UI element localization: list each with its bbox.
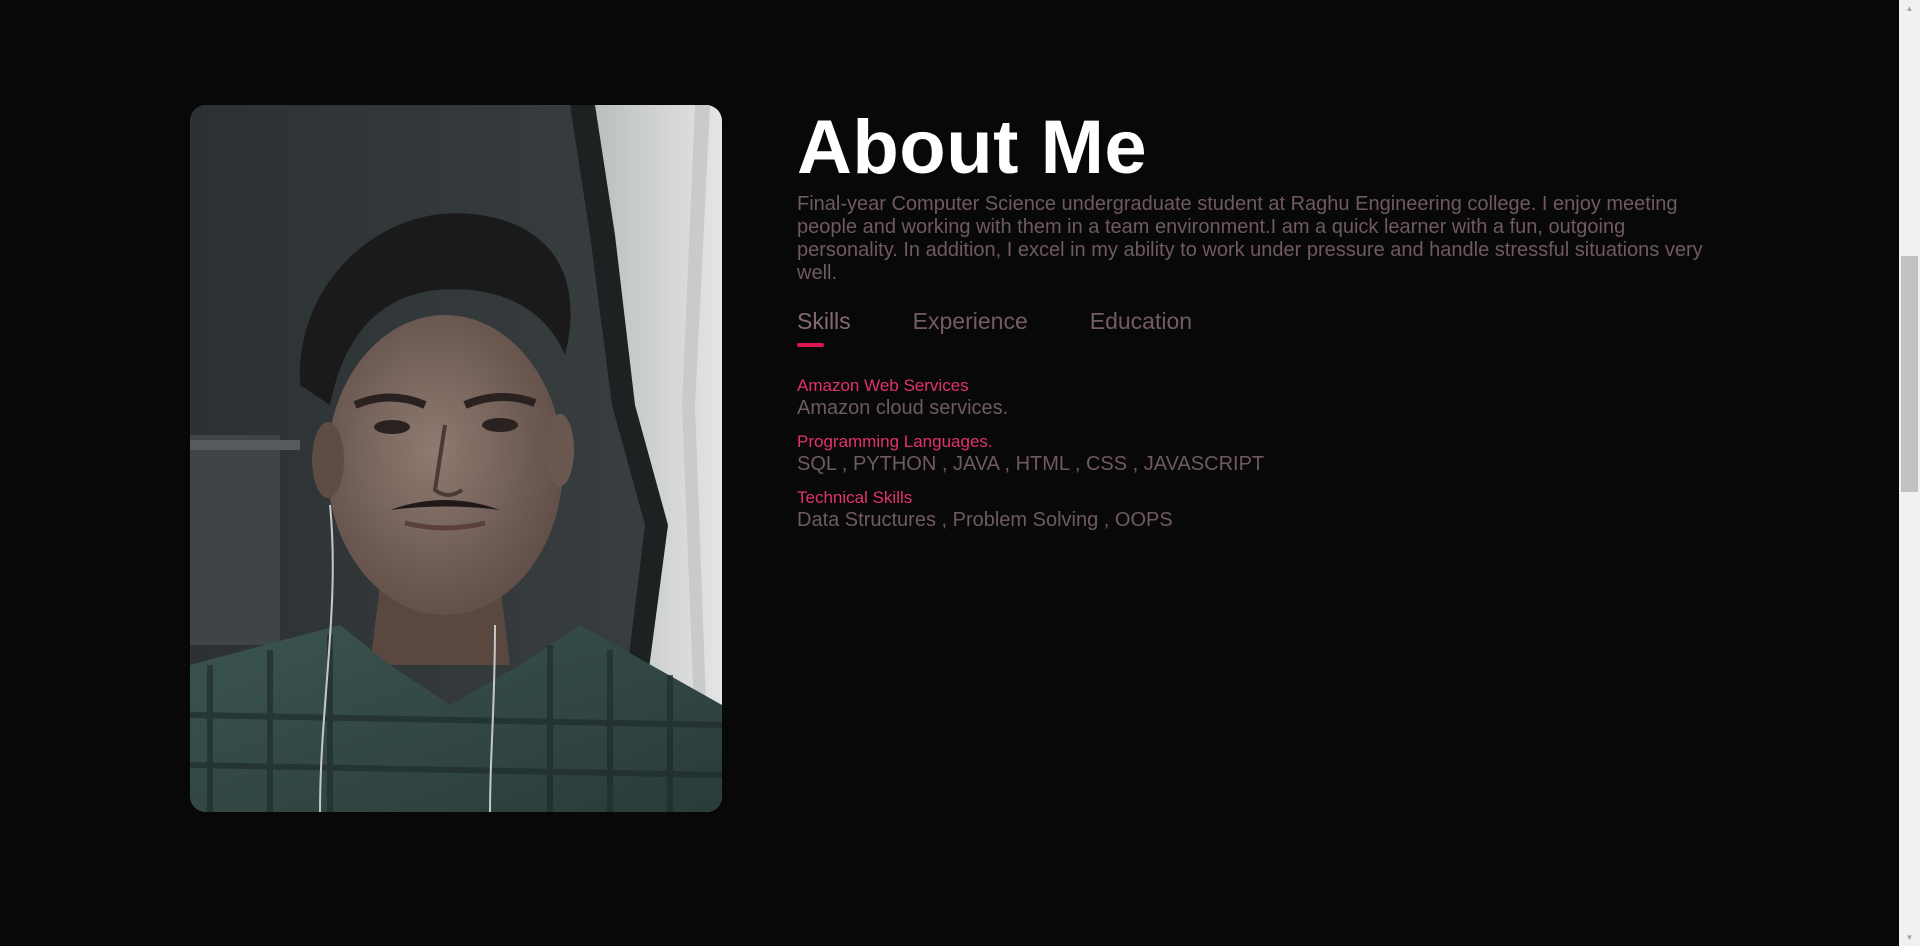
tab-education[interactable]: Education (1090, 307, 1192, 359)
tab-experience[interactable]: Experience (913, 307, 1028, 359)
skill-description: Amazon cloud services. (797, 397, 1009, 419)
tab-skills[interactable]: Skills (797, 307, 851, 359)
about-page: About Me Final-year Computer Science und… (0, 0, 1920, 946)
triangle-down-icon[interactable]: ▼ (1899, 929, 1920, 946)
skill-title: Programming Languages. (797, 432, 993, 451)
list-item: Amazon Web Services Amazon cloud service… (797, 376, 1712, 420)
tab-label: Experience (912, 308, 1028, 334)
intro-paragraph: Final-year Computer Science undergraduat… (797, 193, 1703, 284)
tab-bar: Skills Experience Education (797, 307, 1712, 359)
tab-label: Education (1089, 308, 1193, 334)
tab-label: Skills (797, 308, 851, 334)
skill-title: Amazon Web Services (797, 376, 969, 395)
scrollbar-thumb[interactable] (1901, 256, 1918, 492)
skill-title: Technical Skills (797, 488, 913, 507)
about-content: About Me Final-year Computer Science und… (797, 105, 1712, 544)
list-item: Programming Languages. SQL , PYTHON , JA… (797, 432, 1712, 476)
skill-description: Data Structures , Problem Solving , OOPS (797, 509, 1173, 531)
list-item: Technical Skills Data Structures , Probl… (797, 488, 1712, 532)
page-title: About Me (797, 105, 1148, 190)
active-tab-underline (797, 343, 824, 347)
skills-list: Amazon Web Services Amazon cloud service… (797, 376, 1712, 532)
page-scrollbar[interactable]: ▲ ▼ (1899, 0, 1920, 946)
skill-description: SQL , PYTHON , JAVA , HTML , CSS , JAVAS… (797, 453, 1265, 475)
triangle-up-icon[interactable]: ▲ (1899, 0, 1920, 17)
profile-photo (190, 105, 722, 812)
